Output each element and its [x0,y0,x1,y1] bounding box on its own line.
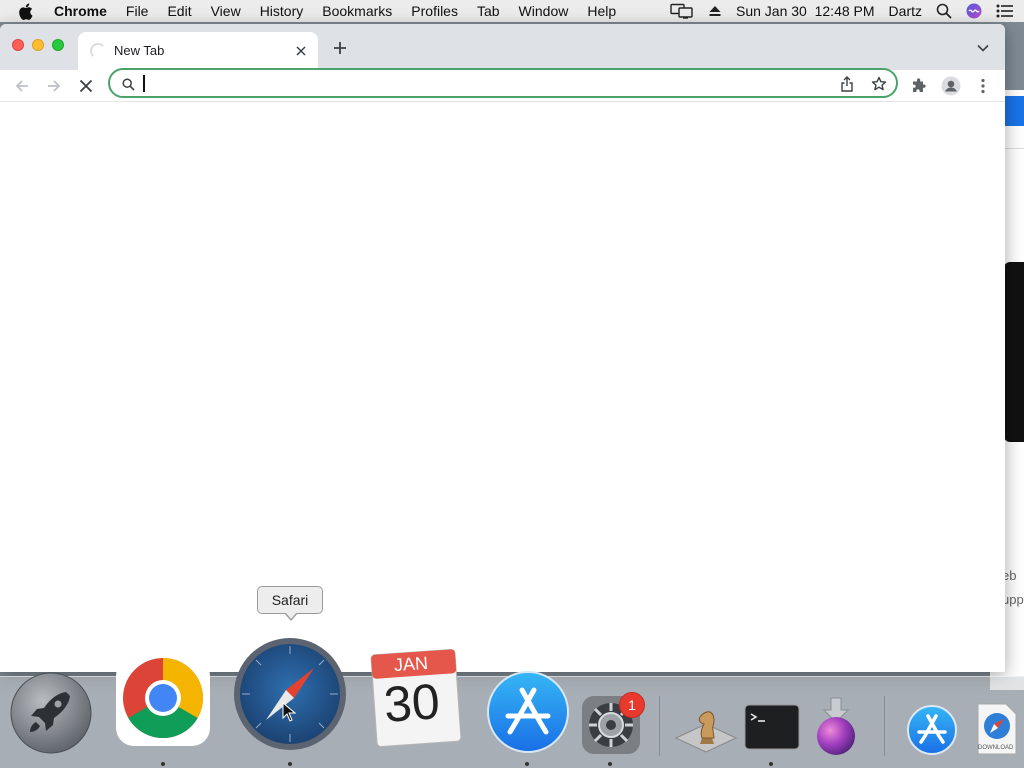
spotlight-search-icon[interactable] [936,3,952,19]
menu-help[interactable]: Help [587,3,616,19]
notification-center-icon[interactable] [996,4,1014,18]
close-tab-icon[interactable] [292,42,310,60]
page-content-area[interactable] [0,103,1005,672]
launchpad-icon[interactable] [8,670,94,756]
tooltip-arrow-fill [285,612,297,619]
address-bar[interactable] [108,68,898,98]
menu-bar-status-area: Sun Jan 30 12:48 PM Dartz [656,0,1014,22]
app-store-folder-icon[interactable] [904,700,960,756]
running-indicator-dot [288,762,292,766]
address-input[interactable] [142,73,822,93]
downloads-label: DOWNLOAD [978,745,1014,751]
tab-new-tab[interactable]: New Tab [78,32,318,70]
running-indicator-dot [525,762,529,766]
new-tab-plus-icon[interactable] [330,38,350,58]
stop-loading-x-icon[interactable] [74,74,98,98]
back-arrow-icon[interactable] [10,74,34,98]
notification-badge-count: 1 [628,697,636,713]
chess-dock-icon[interactable] [674,698,738,754]
text-caret [143,75,145,92]
installer-dock-icon[interactable] [812,696,860,756]
menu-datetime[interactable]: Sun Jan 30 12:48 PM [736,3,875,19]
menu-bookmarks[interactable]: Bookmarks [322,3,392,19]
calendar-day: 30 [382,673,442,733]
running-indicator-dot [161,762,165,766]
menu-file[interactable]: File [126,3,149,19]
app-store-dock-icon[interactable] [486,670,570,754]
background-window-divider [1004,148,1024,149]
background-window-text: upp [1002,592,1024,607]
menu-app-chrome[interactable]: Chrome [54,3,107,19]
tooltip-label: Safari [271,592,309,608]
loading-spinner-icon [90,43,106,59]
chrome-window: New Tab [0,24,1005,672]
display-mirror-icon[interactable] [670,3,694,19]
tab-search-chevron-down-icon[interactable] [975,40,991,56]
chrome-dock-icon[interactable] [114,656,212,748]
menu-profiles[interactable]: Profiles [411,3,458,19]
browser-toolbar [0,68,1005,102]
tab-strip: New Tab [0,24,1005,70]
dock-tooltip: Safari [257,586,323,621]
mouse-cursor-icon [282,701,297,722]
tab-title: New Tab [114,43,165,58]
dock-separator [659,696,660,756]
running-indicator-dot [769,762,773,766]
notification-badge: 1 [619,692,645,718]
minimize-window-button[interactable] [32,39,44,51]
background-window-dark-panel [1004,262,1024,442]
menu-view[interactable]: View [211,3,241,19]
more-vertical-dots-icon[interactable] [971,74,995,98]
terminal-dock-icon[interactable] [744,704,800,750]
siri-icon[interactable] [966,3,982,19]
forward-arrow-icon[interactable] [42,74,66,98]
menu-edit[interactable]: Edit [167,3,191,19]
dock-separator [884,696,885,756]
close-window-button[interactable] [12,39,24,51]
apple-menu-icon[interactable] [18,3,38,20]
fullscreen-window-button[interactable] [52,39,64,51]
menu-user-name[interactable]: Dartz [889,3,922,19]
bookmark-star-icon[interactable] [870,75,888,93]
eject-icon[interactable] [708,4,722,18]
running-indicator-dot [608,762,612,766]
search-icon [120,76,136,92]
profile-avatar-icon[interactable] [939,74,963,98]
share-icon[interactable] [838,75,856,93]
menu-tab[interactable]: Tab [477,3,500,19]
safari-dock-icon[interactable] [232,636,348,752]
menu-history[interactable]: History [260,3,304,19]
menu-window[interactable]: Window [519,3,569,19]
menu-bar: Chrome File Edit View History Bookmarks … [0,0,1024,22]
extensions-puzzle-icon[interactable] [907,74,931,98]
